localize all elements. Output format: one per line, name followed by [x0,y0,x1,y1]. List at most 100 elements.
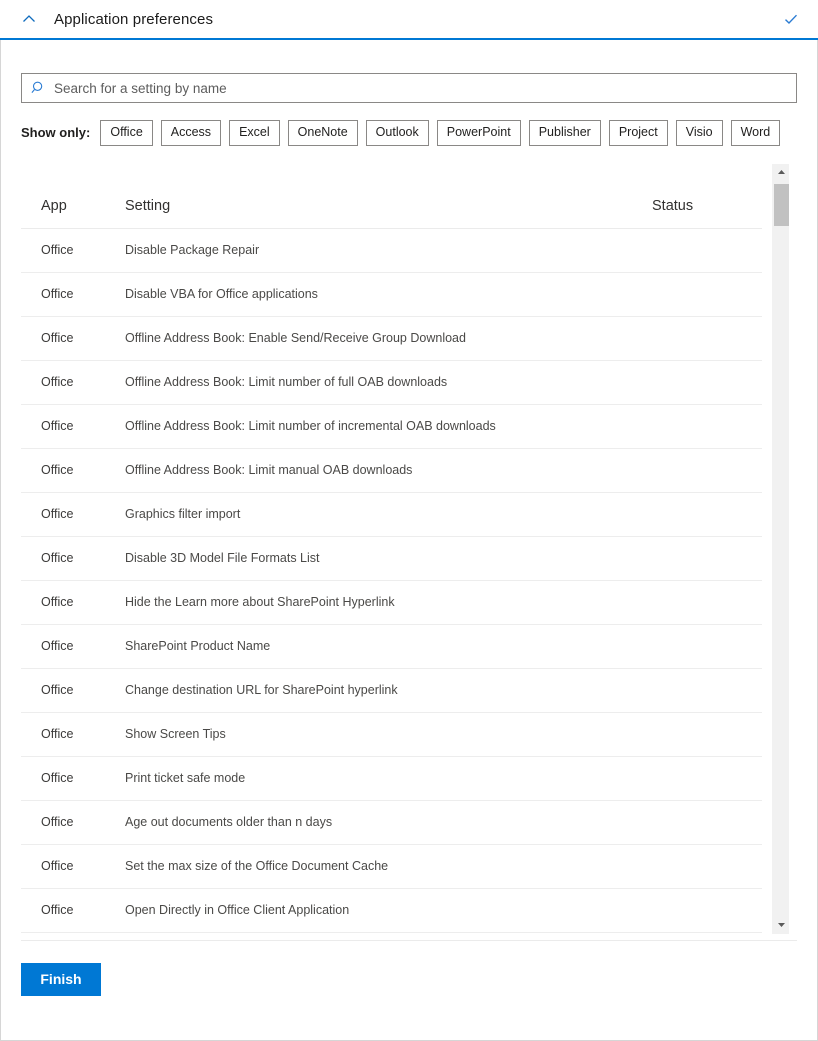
filter-chip-visio[interactable]: Visio [675,120,723,146]
cell-status [652,932,762,934]
table-row[interactable]: Office Change destination URL for SharePo… [21,668,762,713]
settings-table-head: App Setting Status [21,163,762,229]
table-row[interactable]: Office Offline Address Book: Limit manual… [21,448,762,493]
cell-setting: Offline Address Book: Limit manual OAB d… [125,448,652,493]
cell-setting: Set the max size of the Office Document … [125,844,652,889]
cell-app: Office [21,844,125,889]
cell-status [652,580,762,625]
page-title: Application preferences [54,10,214,28]
scroll-down-arrow-icon[interactable] [773,917,790,934]
cell-app: Office [21,360,125,405]
column-header-status[interactable]: Status [652,163,762,229]
cell-setting: Offline Address Book: Limit number of in… [125,404,652,449]
cell-app: Office [21,756,125,801]
search-icon [22,80,52,96]
cell-status [652,712,762,757]
table-row[interactable]: Office Disable 3D Model File Formats List [21,536,762,581]
panel-header: Application preferences [0,0,818,40]
filter-chip-outlook[interactable]: Outlook [365,120,429,146]
cell-setting: Disable 3D Model File Formats List [125,536,652,581]
filter-chip-word[interactable]: Word [730,120,781,146]
show-only-label: Show only: [21,125,91,141]
cell-setting: Disable VBA for Office applications [125,272,652,317]
column-header-app[interactable]: App [21,163,125,229]
table-row[interactable]: Office Open Directly in Office Client App… [21,888,762,933]
table-row[interactable]: Office Hide the Learn more about SharePoi… [21,580,762,625]
filter-chip-access[interactable]: Access [160,120,222,146]
cell-setting: Graphics filter import [125,492,652,537]
filter-chip-project[interactable]: Project [608,120,668,146]
cell-app: Office [21,624,125,669]
filter-chip-powerpoint[interactable]: PowerPoint [436,120,521,146]
table-header-row: App Setting Status [21,163,762,229]
cell-app: Office [21,712,125,757]
table-row[interactable]: Office Age out documents older than n day… [21,800,762,845]
cell-app: Office [21,316,125,361]
table-row[interactable]: Office SharePoint Product Name [21,624,762,669]
table-row[interactable]: OfficeAllow co-authors to chat within a … [21,932,762,934]
cell-status [652,316,762,361]
cell-app: Office [21,272,125,317]
cell-status [652,272,762,317]
cell-app: Office [21,448,125,493]
cell-app: Office [21,668,125,713]
table-row[interactable]: Office Offline Address Book: Limit number… [21,360,762,405]
settings-table-region: App Setting Status Office Disable Package… [21,163,797,934]
cell-setting: Change destination URL for SharePoint hy… [125,668,652,713]
cell-setting: Disable Package Repair [125,228,652,273]
table-row[interactable]: Office Show Screen Tips [21,712,762,757]
cell-app: Office [21,404,125,449]
table-row[interactable]: Office Disable Package Repair [21,228,762,273]
cell-status [652,360,762,405]
cell-setting: Offline Address Book: Enable Send/Receiv… [125,316,652,361]
settings-table-scroll: App Setting Status Office Disable Package… [21,163,762,934]
cell-setting: Age out documents older than n days [125,800,652,845]
application-preferences-window: Application preferences Show only: [0,0,818,1041]
cell-app: Office [21,536,125,581]
cell-status [652,492,762,537]
filter-row: Show only: Office Access Excel OneNote O… [21,120,797,146]
cell-status [652,756,762,801]
check-icon [780,8,802,30]
cell-setting: Print ticket safe mode [125,756,652,801]
cell-app: Office [21,228,125,273]
table-row[interactable]: Office Offline Address Book: Enable Send/… [21,316,762,361]
filter-chip-onenote[interactable]: OneNote [287,120,358,146]
cell-app: Office [21,888,125,933]
search-box[interactable] [21,73,797,103]
settings-table-body: Office Disable Package Repair Office Disabl… [21,228,762,934]
search-input[interactable] [52,74,796,102]
cell-setting: Show Screen Tips [125,712,652,757]
cell-setting: Offline Address Book: Limit number of fu… [125,360,652,405]
finish-button[interactable]: Finish [21,962,101,996]
vertical-scrollbar[interactable] [772,163,790,934]
settings-table: App Setting Status Office Disable Package… [21,163,762,934]
scroll-up-arrow-icon[interactable] [773,164,790,181]
filter-chip-excel[interactable]: Excel [229,120,280,146]
cell-setting: SharePoint Product Name [125,624,652,669]
filter-chip-publisher[interactable]: Publisher [528,120,601,146]
scrollbar-thumb[interactable] [774,183,789,226]
cell-status [652,448,762,493]
table-row[interactable]: Office Offline Address Book: Limit number… [21,404,762,449]
footer: Finish [21,941,797,996]
table-row[interactable]: Office Graphics filter import [21,492,762,537]
cell-status [652,800,762,845]
column-header-setting[interactable]: Setting [125,163,652,229]
cell-setting: Hide the Learn more about SharePoint Hyp… [125,580,652,625]
cell-status [652,536,762,581]
cell-setting: Allow co-authors to chat within a docume… [125,932,652,934]
chevron-up-icon[interactable] [18,8,40,30]
cell-status [652,844,762,889]
cell-app: Office [21,800,125,845]
cell-status [652,668,762,713]
filter-chip-office[interactable]: Office [100,120,153,146]
cell-status [652,404,762,449]
cell-status [652,228,762,273]
cell-app: Office [21,492,125,537]
table-row[interactable]: Office Print ticket safe mode [21,756,762,801]
panel-body: Show only: Office Access Excel OneNote O… [0,40,818,1041]
table-row[interactable]: Office Disable VBA for Office application… [21,272,762,317]
table-row[interactable]: Office Set the max size of the Office Doc… [21,844,762,889]
cell-status [652,624,762,669]
